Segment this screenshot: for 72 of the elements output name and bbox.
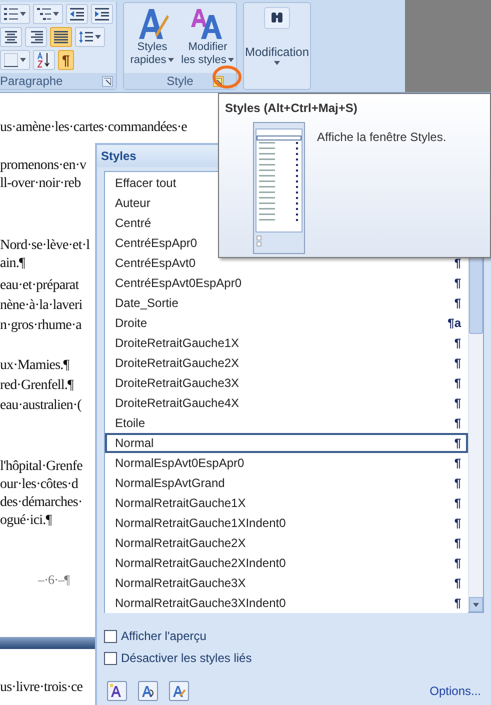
document-text-line: ain.¶ xyxy=(0,255,25,273)
annotation-circle-drawing xyxy=(210,64,244,90)
document-text-line: ll-over·noir·reb xyxy=(0,175,81,193)
decrease-indent-button[interactable] xyxy=(66,4,88,24)
document-text-line: ux·Mamies.¶ xyxy=(0,357,70,375)
checkbox-label: Désactiver les styles liés xyxy=(121,650,252,667)
borders-button[interactable] xyxy=(0,50,30,70)
align-center-icon xyxy=(4,30,18,44)
caret-icon xyxy=(20,12,26,16)
options-link[interactable]: Options... xyxy=(430,682,481,700)
checkbox[interactable] xyxy=(104,630,117,642)
checkbox[interactable] xyxy=(104,652,117,664)
style-inspector-button[interactable] xyxy=(138,681,158,701)
page-number: –·6·–¶ xyxy=(38,571,70,589)
dialog-launcher-button[interactable] xyxy=(102,76,113,86)
document-text-line: ogué·ici.¶ xyxy=(0,512,52,530)
group-label: Style xyxy=(166,73,194,90)
launcher-arrow-icon xyxy=(215,78,222,85)
align-center-button[interactable] xyxy=(0,27,22,47)
find-button[interactable]: Modification xyxy=(244,7,310,65)
increase-indent-button[interactable] xyxy=(91,4,113,24)
button-label: Modifier les styles xyxy=(180,41,235,67)
new-style-button[interactable] xyxy=(107,681,127,701)
document-text-line: eau·australien·( xyxy=(0,397,82,415)
justify-button[interactable] xyxy=(50,27,72,47)
quick-styles-button[interactable]: Styles rapides xyxy=(125,5,180,67)
align-right-icon xyxy=(29,30,43,44)
numbered-list-icon xyxy=(4,7,18,21)
caret-icon xyxy=(168,58,174,62)
scroll-down-icon xyxy=(473,602,479,606)
line-spacing-icon xyxy=(79,30,93,44)
align-right-button[interactable] xyxy=(25,27,47,47)
change-styles-button[interactable]: Modifier les styles xyxy=(180,5,235,67)
pilcrow-button[interactable]: ¶ xyxy=(58,50,74,70)
document-text-line: red·Grenfell.¶ xyxy=(0,377,74,395)
decrease-indent-icon xyxy=(70,7,84,21)
tooltip-title: Styles (Alt+Ctrl+Maj+S) xyxy=(224,100,358,117)
caret-icon xyxy=(95,35,101,39)
caret-icon xyxy=(53,12,59,16)
document-text-line: Nord·se·lève·et·l xyxy=(0,237,90,255)
document-text-line: us·livre·trois·ce xyxy=(0,679,83,697)
sort-button[interactable] xyxy=(33,50,55,70)
caret-icon xyxy=(274,61,280,65)
increase-indent-icon xyxy=(95,7,109,21)
document-text-line: des·démarches· xyxy=(0,494,82,512)
numbered-list-button[interactable] xyxy=(0,4,30,24)
checkbox-label: Afficher l'aperçu xyxy=(121,628,206,645)
multilevel-list-icon xyxy=(37,7,51,21)
caret-icon xyxy=(228,58,234,62)
launcher-arrow-icon xyxy=(104,78,111,84)
multilevel-list-button[interactable] xyxy=(33,4,63,24)
justify-icon xyxy=(54,30,68,44)
document-text-line: nène·à·la·laveri xyxy=(0,297,82,315)
styles-letter-icon xyxy=(141,684,155,698)
document-text-line: eau·et·préparat xyxy=(0,277,79,295)
group-label: Paragraphe xyxy=(0,73,63,90)
document-text-line: promenons·en·v xyxy=(0,157,86,175)
tooltip-description: Affiche la fenêtre Styles. xyxy=(317,129,446,146)
sort-icon xyxy=(37,52,51,68)
document-text-line: n·gros·rhume·a xyxy=(0,317,82,335)
styles-letter-icon xyxy=(110,684,124,698)
caret-icon xyxy=(20,58,26,62)
style-list-item[interactable]: Normal ¶ xyxy=(105,433,468,453)
styles-letter-icon xyxy=(172,684,186,698)
borders-icon xyxy=(4,53,18,67)
scrollbar-thumb[interactable] xyxy=(469,256,483,334)
document-text-line: l'hôpital·Grenfe xyxy=(0,458,82,476)
line-spacing-button[interactable] xyxy=(75,27,105,47)
document-text-line: us·amène·les·cartes·commandées·e xyxy=(0,119,187,137)
button-label: Styles rapides xyxy=(125,41,180,67)
document-text-line: our·les·côtes·d xyxy=(0,476,78,494)
manage-styles-button[interactable] xyxy=(169,681,189,701)
